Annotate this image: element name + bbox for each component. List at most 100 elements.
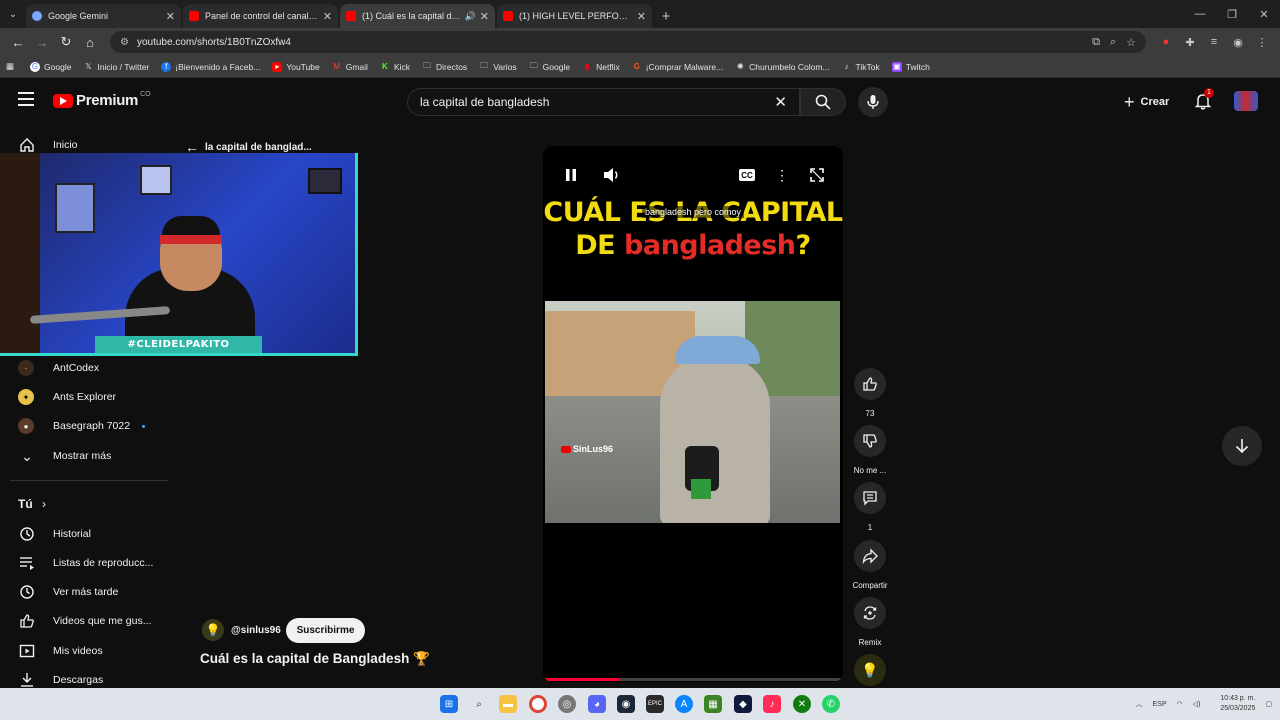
extensions-puzzle-icon[interactable]: ✚	[1178, 30, 1202, 54]
tab-gemini[interactable]: Google Gemini ✕	[26, 4, 181, 28]
chrome-icon[interactable]	[529, 695, 547, 713]
install-app-icon[interactable]: ⧉	[1092, 36, 1100, 49]
bookmark-comprar[interactable]: G ¡Comprar Malware...	[632, 62, 724, 72]
xbox-icon[interactable]: ✕	[793, 695, 811, 713]
captions-icon[interactable]: CC	[739, 169, 755, 181]
tab-search-icon[interactable]: ⌄	[0, 0, 26, 28]
app-icon[interactable]: ◎	[558, 695, 576, 713]
apps-icon[interactable]: ▦	[6, 61, 14, 72]
forward-icon[interactable]: →	[30, 30, 54, 54]
close-icon[interactable]: ✕	[323, 10, 332, 23]
search-input[interactable]: la capital de bangladesh ✕	[407, 88, 800, 116]
sidebar-item-my-videos[interactable]: Mis videos	[0, 637, 170, 665]
bookmark-gmail[interactable]: M Gmail	[332, 62, 368, 72]
tab-high-level[interactable]: (1) HIGH LEVEL PERFORMANCE ✕	[497, 4, 652, 28]
bookmark-facebook[interactable]: f ¡Bienvenido a Faceb...	[161, 61, 260, 72]
shorts-player[interactable]: CC ⋮ CUÁL ES LA CAPITAL DE bangladesh? b…	[543, 146, 843, 682]
reload-icon[interactable]: ↻	[54, 30, 78, 54]
comments-button[interactable]: 1	[845, 482, 895, 532]
minecraft-icon[interactable]: ▦	[704, 695, 722, 713]
sidebar-item-watch-later[interactable]: Ver más tarde	[0, 578, 170, 606]
speaker-icon[interactable]: 🔊	[465, 11, 476, 22]
discord-icon[interactable]: ◕	[588, 695, 606, 713]
file-explorer-icon[interactable]: ▬	[499, 695, 517, 713]
search-button[interactable]	[800, 88, 846, 116]
video-progress-bar[interactable]	[545, 678, 841, 681]
bookmark-folder-google[interactable]: 🗀 Google	[529, 61, 570, 72]
search-query[interactable]: la capital de bangladesh	[420, 95, 774, 109]
search-icon[interactable]: ⌕	[470, 695, 488, 713]
dislike-button[interactable]: No me ...	[845, 425, 895, 475]
new-tab-button[interactable]: +	[654, 4, 678, 28]
bookmark-youtube[interactable]: ▸ YouTube	[272, 61, 320, 72]
sidebar-item-playlists[interactable]: Listas de reproducc...	[0, 549, 170, 577]
sidebar-channel-antcodex[interactable]: · AntCodex	[0, 354, 170, 382]
hamburger-menu-icon[interactable]	[18, 92, 34, 106]
bookmark-netflix[interactable]: ▮ Netflix	[582, 62, 620, 72]
channel-avatar[interactable]: 💡	[202, 619, 224, 641]
bookmark-google[interactable]: G Google	[30, 61, 71, 72]
fullscreen-icon[interactable]	[806, 164, 828, 186]
tiktok-icon[interactable]: ♪	[763, 695, 781, 713]
epic-games-icon[interactable]: EPIC	[646, 695, 664, 713]
media-icon[interactable]: ≡	[1202, 30, 1226, 54]
like-button[interactable]: 73	[845, 368, 895, 418]
remix-button[interactable]: Remix	[845, 597, 895, 647]
volume-icon[interactable]	[601, 164, 623, 186]
back-icon[interactable]: ←	[6, 30, 30, 54]
bookmark-star-icon[interactable]: ☆	[1126, 36, 1136, 49]
whatsapp-icon[interactable]: ✆	[822, 695, 840, 713]
tab-current-short[interactable]: (1) Cuál es la capital de Bangladesh 🔊 ✕	[340, 4, 495, 28]
youtube-premium-logo[interactable]: Premium CO	[53, 91, 151, 109]
bookmark-twitch[interactable]: ▣ Twitch	[891, 61, 930, 72]
bookmark-folder-directos[interactable]: 🗀 Directos	[422, 61, 467, 72]
app-icon[interactable]: ◆	[734, 695, 752, 713]
bookmark-folder-varios[interactable]: 🗀 Varios	[479, 61, 516, 72]
windows-start-icon[interactable]: ⊞	[440, 695, 458, 713]
profile-icon[interactable]: ◉	[1226, 30, 1250, 54]
chevron-up-icon[interactable]: ︿	[1135, 699, 1142, 709]
extension-icon[interactable]: ●	[1154, 30, 1178, 54]
sidebar-item-historial[interactable]: Historial	[0, 520, 170, 548]
language-indicator[interactable]: ESP	[1152, 701, 1166, 708]
voice-search-button[interactable]	[858, 87, 888, 117]
bookmark-churumbelo[interactable]: ✺ Churumbelo Colom...	[735, 62, 830, 72]
url-text[interactable]: youtube.com/shorts/1B0TnZOxfw4	[137, 37, 1082, 48]
notifications-button[interactable]: 1	[1194, 88, 1214, 112]
app-store-icon[interactable]: A	[675, 695, 693, 713]
sidebar-channel-ants-explorer[interactable]: ✦ Ants Explorer	[0, 383, 170, 411]
bookmark-twitter[interactable]: 𝕏 Inicio / Twitter	[83, 62, 149, 72]
bookmark-kick[interactable]: K Kick	[380, 62, 410, 72]
subscribe-button[interactable]: Suscribirme	[286, 618, 365, 643]
close-window-icon[interactable]: ✕	[1248, 0, 1280, 28]
sound-channel-avatar[interactable]: 💡	[845, 654, 895, 686]
sidebar-item-liked-videos[interactable]: Videos que me gus...	[0, 607, 170, 635]
menu-icon[interactable]: ⋮	[1250, 30, 1274, 54]
address-bar[interactable]: ⚙ youtube.com/shorts/1B0TnZOxfw4 ⧉ ⌕ ☆	[110, 31, 1146, 53]
zoom-icon[interactable]: ⌕	[1110, 36, 1116, 49]
home-icon[interactable]: ⌂	[78, 30, 102, 54]
channel-handle[interactable]: @sinlus96	[231, 625, 281, 636]
site-info-icon[interactable]: ⚙	[120, 37, 129, 48]
close-icon[interactable]: ✕	[480, 10, 489, 23]
close-icon[interactable]: ✕	[637, 10, 646, 23]
more-options-icon[interactable]: ⋮	[771, 164, 793, 186]
restore-icon[interactable]: ❐	[1216, 0, 1248, 28]
minimize-icon[interactable]: —	[1184, 0, 1216, 28]
show-more-button[interactable]: ⌄ Mostrar más	[0, 442, 170, 470]
you-section-heading[interactable]: Tú ›	[18, 497, 46, 511]
bookmark-tiktok[interactable]: ♪ TikTok	[841, 62, 879, 72]
next-short-button[interactable]	[1222, 426, 1262, 466]
account-avatar[interactable]	[1234, 91, 1258, 111]
create-button[interactable]: + Crear	[1124, 90, 1169, 114]
close-icon[interactable]: ✕	[166, 10, 175, 23]
tab-channel-dashboard[interactable]: Panel de control del canal - YouTube ✕	[183, 4, 338, 28]
notifications-icon[interactable]: ▢	[1265, 700, 1272, 708]
wifi-icon[interactable]: ◠	[1177, 700, 1183, 708]
clock[interactable]: 10:43 p. m. 25/03/2025	[1210, 694, 1255, 714]
share-button[interactable]: Compartir	[845, 540, 895, 590]
pause-icon[interactable]	[560, 164, 582, 186]
volume-icon[interactable]: ◁)	[1193, 700, 1201, 708]
steam-icon[interactable]: ◉	[617, 695, 635, 713]
clear-search-icon[interactable]: ✕	[774, 93, 787, 111]
